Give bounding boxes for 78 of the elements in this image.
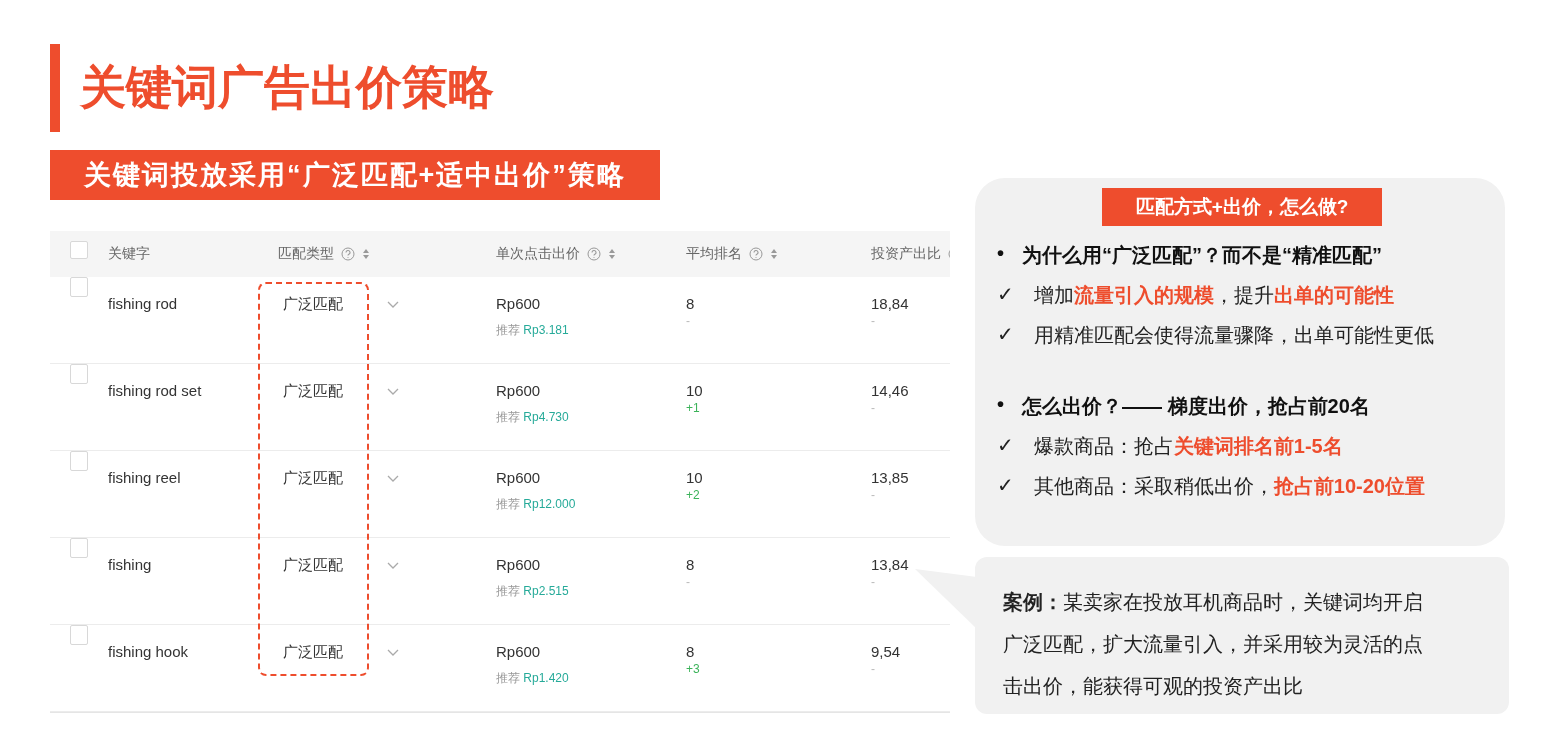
tip-text: 增加流量引入的规模，提升出单的可能性 xyxy=(1033,283,1394,308)
roi-change: - xyxy=(871,401,876,415)
column-header: 平均排名 xyxy=(686,245,742,263)
bid-cell-text: Rp600 xyxy=(496,469,542,486)
check-mark: ✓ xyxy=(997,433,1014,458)
column-header: 投资产出比 xyxy=(871,245,941,263)
rank-change: +2 xyxy=(686,488,701,502)
suggested-bid: 推荐 Rp3.181 xyxy=(496,322,570,339)
rank-cell-text: 8 xyxy=(686,556,696,573)
bid-cell-text: Rp600 xyxy=(496,295,542,312)
chevron-down-icon[interactable] xyxy=(387,475,399,483)
roi-cell-text: 18,84 xyxy=(871,295,910,312)
roi-change: - xyxy=(871,575,876,589)
checkbox[interactable] xyxy=(70,241,88,259)
keyword-cell-text: fishing rod xyxy=(108,294,179,312)
rank-cell-text: 10 xyxy=(686,469,704,486)
match-type-cell: 广泛匹配 xyxy=(283,643,343,662)
slide-title: 关键词广告出价策略 xyxy=(50,44,494,132)
panel-heading: 匹配方式+出价，怎么做? xyxy=(1101,188,1383,226)
roi-change: - xyxy=(871,488,876,502)
tip-text: 爆款商品：抢占关键词排名前1-5名 xyxy=(1033,434,1343,459)
rank-cell-text: 8 xyxy=(686,643,696,660)
checkbox[interactable] xyxy=(70,277,88,297)
checkbox[interactable] xyxy=(70,625,88,645)
roi-cell-text: 14,46 xyxy=(871,382,910,399)
section-heading: 为什么用“广泛匹配”？而不是“精准匹配” xyxy=(1022,243,1382,268)
roi-cell-text: 13,84 xyxy=(871,556,910,573)
rank-cell-text: 8 xyxy=(686,295,696,312)
check-mark: ✓ xyxy=(997,322,1014,347)
keyword-cell-text: fishing hook xyxy=(108,642,190,660)
match-type-cell: 广泛匹配 xyxy=(283,556,343,575)
checkbox[interactable] xyxy=(70,538,88,558)
rank-change: - xyxy=(686,314,691,328)
match-type-cell: 广泛匹配 xyxy=(283,382,343,401)
roi-change: - xyxy=(871,662,876,676)
bid-cell-text: Rp600 xyxy=(496,556,542,573)
suggested-bid: 推荐 Rp12.000 xyxy=(496,496,577,513)
case-text: 案例：某卖家在投放耳机商品时，关键词均开启广泛匹配，扩大流量引入，并采用较为灵活的点击出价，能获得可观的投资产出比 xyxy=(1003,591,1423,697)
rank-change: +1 xyxy=(686,401,701,415)
keyword-cell-text: fishing xyxy=(108,555,153,573)
rank-cell-text: 10 xyxy=(686,382,704,399)
sort-icon[interactable] xyxy=(608,248,616,260)
help-icon[interactable] xyxy=(749,247,763,261)
roi-cell-text: 13,85 xyxy=(871,469,910,486)
chevron-down-icon[interactable] xyxy=(387,301,399,309)
check-mark: ✓ xyxy=(997,282,1014,307)
suggested-bid: 推荐 Rp4.730 xyxy=(496,409,570,426)
suggested-bid: 推荐 Rp2.515 xyxy=(496,583,570,600)
match-type-cell: 广泛匹配 xyxy=(283,295,343,314)
chevron-down-icon[interactable] xyxy=(387,388,399,396)
bullet: • xyxy=(997,242,1004,266)
section-heading: 怎么出价？—— 梯度出价，抢占前20名 xyxy=(1022,394,1370,419)
match-type-cell: 广泛匹配 xyxy=(283,469,343,488)
tip-text: 用精准匹配会使得流量骤降，出单可能性更低 xyxy=(1033,323,1434,348)
roi-change: - xyxy=(871,314,876,328)
column-header: 单次点击出价 xyxy=(496,245,580,263)
bid-cell-text: Rp600 xyxy=(496,643,542,660)
column-header: 关键字 xyxy=(108,245,150,263)
roi-cell-text: 9,54 xyxy=(871,643,902,660)
column-header: 匹配类型 xyxy=(278,245,334,263)
bullet: • xyxy=(997,393,1004,417)
check-mark: ✓ xyxy=(997,473,1014,498)
suggested-bid: 推荐 Rp1.420 xyxy=(496,670,570,687)
rank-change: +3 xyxy=(686,662,701,676)
rank-change: - xyxy=(686,575,691,589)
tip-text: 其他商品：采取稍低出价，抢占前10-20位置 xyxy=(1033,474,1425,499)
chevron-down-icon[interactable] xyxy=(387,649,399,657)
sort-icon[interactable] xyxy=(362,248,370,260)
subtitle-banner: 关键词投放采用“广泛匹配+适中出价”策略 xyxy=(50,150,660,200)
bid-cell-text: Rp600 xyxy=(496,382,542,399)
keyword-cell-text: fishing rod set xyxy=(108,381,203,399)
help-icon[interactable] xyxy=(587,247,601,261)
sort-icon[interactable] xyxy=(770,248,778,260)
checkbox[interactable] xyxy=(70,364,88,384)
help-icon[interactable] xyxy=(341,247,355,261)
checkbox[interactable] xyxy=(70,451,88,471)
keyword-cell-text: fishing reel xyxy=(108,468,182,486)
chevron-down-icon[interactable] xyxy=(387,562,399,570)
